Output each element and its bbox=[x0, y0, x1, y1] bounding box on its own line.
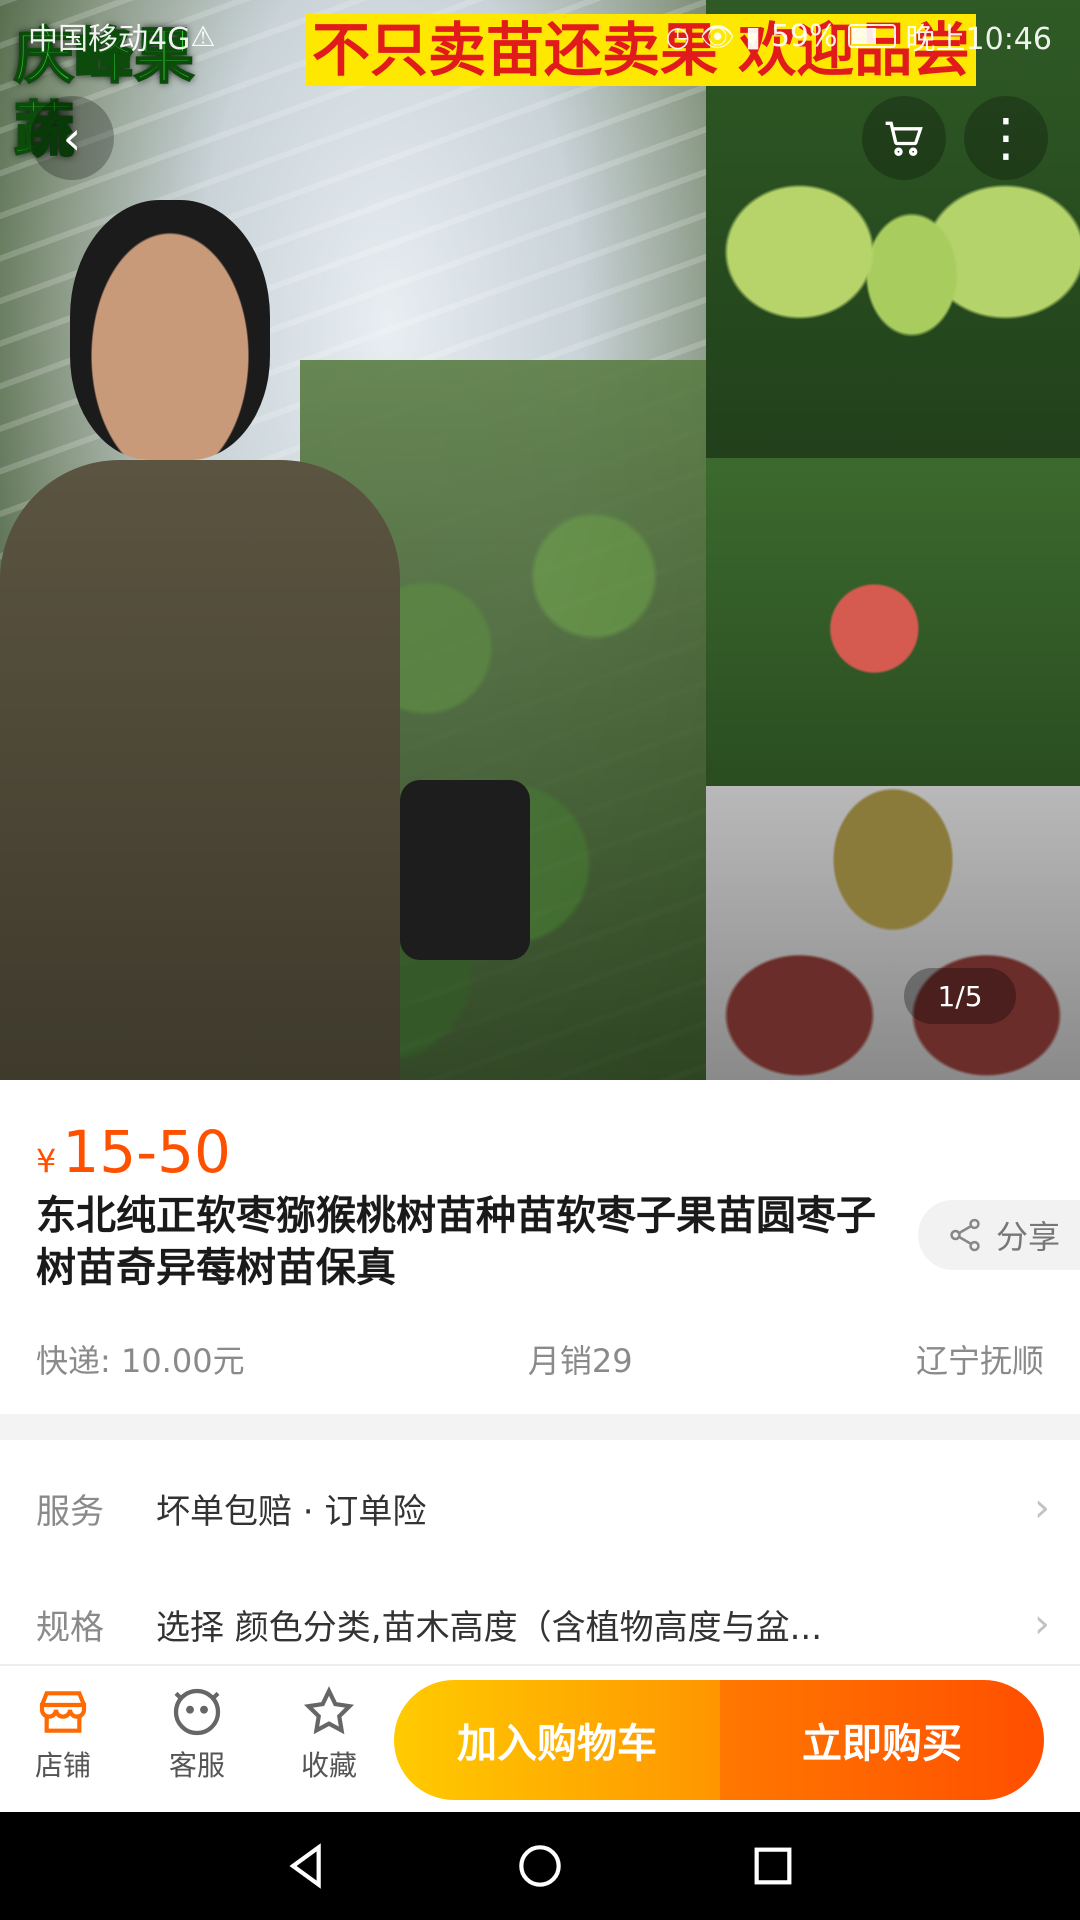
back-triangle-icon[interactable] bbox=[279, 1838, 335, 1894]
chat-face-icon bbox=[173, 1688, 221, 1736]
clock: 晚上10:46 bbox=[905, 22, 1052, 57]
more-options-button[interactable]: ⋮ bbox=[964, 96, 1048, 180]
product-title: 东北纯正软枣猕猴桃树苗种苗软枣子果苗圆枣子树苗奇异莓树苗保真 bbox=[36, 1193, 876, 1291]
favorite-button[interactable]: 收藏 bbox=[274, 1680, 384, 1784]
cut-fruit-photo bbox=[706, 786, 1080, 1080]
status-bar-right: ◷ 👁 ▮ 59% 晚上10:46 bbox=[665, 14, 1052, 58]
more-icon: ⋮ bbox=[980, 108, 1032, 168]
buy-now-button[interactable]: 立即购买 bbox=[720, 1680, 1044, 1800]
service-row[interactable]: 服务 坏单包赔 · 订单险 › bbox=[36, 1478, 1050, 1538]
spec-label: 规格 bbox=[36, 1607, 104, 1648]
alarm-icon: ◷ bbox=[665, 19, 690, 53]
bottom-action-bar: 店铺 客服 收藏 加入购物车 立即购买 bbox=[0, 1666, 1080, 1812]
section-divider bbox=[0, 1414, 1080, 1440]
red-fruit-photo bbox=[706, 458, 1080, 786]
home-circle-icon[interactable] bbox=[512, 1838, 568, 1894]
favorite-label: 收藏 bbox=[300, 1749, 357, 1782]
monthly-sales: 月销29 bbox=[527, 1342, 633, 1380]
chevron-right-icon: › bbox=[1034, 1601, 1050, 1647]
seedling-pot bbox=[400, 780, 530, 960]
share-icon bbox=[950, 1218, 980, 1252]
battery-icon bbox=[847, 24, 896, 48]
star-icon bbox=[303, 1686, 355, 1735]
spec-row[interactable]: 规格 选择 颜色分类,苗木高度（含植物高度与盆... › bbox=[36, 1594, 1050, 1654]
cart-button[interactable] bbox=[862, 96, 946, 180]
share-label: 分享 bbox=[996, 1218, 1061, 1256]
cart-icon bbox=[885, 121, 923, 156]
recents-square-icon[interactable] bbox=[745, 1838, 801, 1894]
eye-icon: 👁 bbox=[699, 19, 736, 53]
back-arrow-icon: ‹ bbox=[62, 111, 82, 165]
currency-symbol: ¥ bbox=[36, 1142, 57, 1180]
add-to-cart-button[interactable]: 加入购物车 bbox=[394, 1680, 720, 1800]
warning-icon: ⚠ bbox=[190, 19, 216, 53]
service-value: 坏单包赔 · 订单险 bbox=[156, 1491, 427, 1532]
chevron-right-icon: › bbox=[1034, 1485, 1050, 1531]
signal-icon: ▮ bbox=[745, 19, 761, 53]
person-head bbox=[70, 200, 270, 460]
back-button[interactable]: ‹ bbox=[30, 96, 114, 180]
service-label: 服务 bbox=[36, 1491, 104, 1532]
shipping-fee: 快递: 10.00元 bbox=[36, 1342, 245, 1380]
system-navigation-bar bbox=[0, 1812, 1080, 1920]
price: ¥ 15-50 bbox=[36, 1118, 231, 1186]
price-value: 15-50 bbox=[62, 1118, 231, 1186]
customer-service-label: 客服 bbox=[168, 1749, 225, 1782]
store-label: 店铺 bbox=[34, 1749, 91, 1782]
store-icon bbox=[39, 1691, 87, 1733]
image-page-indicator: 1/5 bbox=[904, 968, 1016, 1024]
carrier-label: 中国移动4G bbox=[28, 22, 191, 57]
status-bar: 中国移动4G ⚠ ◷ 👁 ▮ 59% 晚上10:46 bbox=[0, 0, 1080, 72]
battery-percent: 59% bbox=[770, 18, 838, 54]
share-button[interactable]: 分享 bbox=[918, 1200, 1080, 1270]
customer-service-button[interactable]: 客服 bbox=[142, 1680, 252, 1784]
person-body bbox=[0, 460, 400, 1080]
product-meta: 快递: 10.00元 月销29 辽宁抚顺 bbox=[36, 1336, 1044, 1382]
store-button[interactable]: 店铺 bbox=[8, 1680, 118, 1784]
ship-location: 辽宁抚顺 bbox=[915, 1342, 1044, 1380]
spec-value: 选择 颜色分类,苗木高度（含植物高度与盆... bbox=[156, 1607, 823, 1648]
